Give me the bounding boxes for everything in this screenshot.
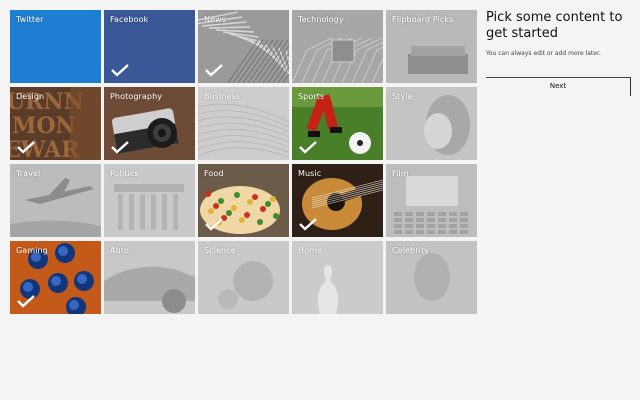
topic-tile-film[interactable]: Film <box>386 164 477 237</box>
tile-label: Flipboard Picks <box>392 15 454 24</box>
tile-label: Sports <box>298 92 325 101</box>
topic-tile-twitter[interactable]: Twitter <box>10 10 101 83</box>
topic-tile-business[interactable]: Business <box>198 87 289 160</box>
topic-tile-news[interactable]: News <box>198 10 289 83</box>
tile-label: Technology <box>298 15 344 24</box>
topic-tile-technology[interactable]: Technology <box>292 10 383 83</box>
topic-tile-sports[interactable]: Sports <box>292 87 383 160</box>
tile-label: Business <box>204 92 241 101</box>
tile-label: Gaming <box>16 246 48 255</box>
topic-tile-design[interactable]: URNN MON EWAR Design <box>10 87 101 160</box>
checkmark-icon <box>17 295 35 308</box>
topic-tile-auto[interactable]: Auto <box>104 241 195 314</box>
checkmark-icon <box>205 218 223 231</box>
topic-tile-facebook[interactable]: Facebook <box>104 10 195 83</box>
topic-tile-gaming[interactable]: Gaming <box>10 241 101 314</box>
topic-tile-science[interactable]: Science <box>198 241 289 314</box>
next-button[interactable]: Next <box>486 77 631 96</box>
topic-tile-politics[interactable]: Politics <box>104 164 195 237</box>
checkmark-icon <box>299 218 317 231</box>
tile-label: Politics <box>110 169 139 178</box>
tile-label: Auto <box>110 246 129 255</box>
tile-label: Home <box>298 246 323 255</box>
tile-label: Style <box>392 92 413 101</box>
svg-text:MON: MON <box>12 113 76 139</box>
tile-label: News <box>204 15 227 24</box>
page-subtitle: You can always edit or add more later. <box>486 50 601 57</box>
tile-label: Food <box>204 169 224 178</box>
checkmark-icon <box>111 64 129 77</box>
topic-tile-celebrity[interactable]: Celebrity <box>386 241 477 314</box>
tile-label: Facebook <box>110 15 149 24</box>
topic-grid: Twitter Facebook News Technology Flipboar… <box>10 10 477 314</box>
tile-label: Music <box>298 169 322 178</box>
tile-label: Celebrity <box>392 246 430 255</box>
tile-label: Film <box>392 169 409 178</box>
topic-tile-food[interactable]: Food <box>198 164 289 237</box>
topic-tile-style[interactable]: Style <box>386 87 477 160</box>
tile-label: Travel <box>16 169 41 178</box>
topic-tile-photography[interactable]: Photography <box>104 87 195 160</box>
topic-tile-flipboard-picks[interactable]: Flipboard Picks <box>386 10 477 83</box>
checkmark-icon <box>205 64 223 77</box>
tile-label: Photography <box>110 92 163 101</box>
topic-tile-travel[interactable]: Travel <box>10 164 101 237</box>
checkmark-icon <box>17 141 35 154</box>
page-title: Pick some content to get started <box>486 10 623 41</box>
tile-label: Science <box>204 246 236 255</box>
topic-tile-music[interactable]: Music <box>292 164 383 237</box>
checkmark-icon <box>299 141 317 154</box>
intro-panel: Pick some content to get started You can… <box>486 10 632 96</box>
topic-tile-home[interactable]: Home <box>292 241 383 314</box>
checkmark-icon <box>111 141 129 154</box>
tile-label: Twitter <box>16 15 44 24</box>
tile-label: Design <box>16 92 45 101</box>
